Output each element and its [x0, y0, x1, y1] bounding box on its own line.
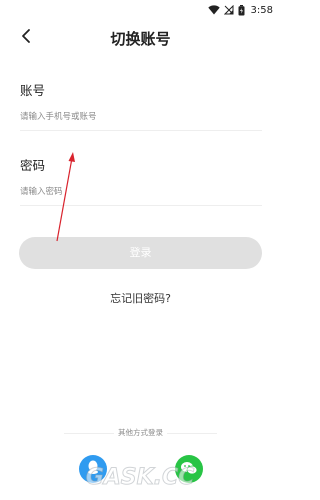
password-label: 密码: [20, 158, 46, 173]
password-input[interactable]: [20, 181, 262, 203]
signal-off-icon: [223, 5, 234, 15]
wechat-login-button[interactable]: [175, 455, 203, 483]
wechat-icon: [180, 460, 198, 479]
status-icons: 3:58: [207, 2, 273, 18]
login-button[interactable]: 登录: [19, 237, 262, 269]
divider-right: [167, 433, 217, 434]
status-bar: 3:58: [0, 0, 281, 20]
switch-account-screen: 3:58 切换账号 账号 密码 登录 忘记旧密码? 其他方式登录: [0, 0, 281, 500]
account-input[interactable]: [20, 106, 262, 128]
password-divider: [20, 205, 262, 206]
header: 切换账号: [0, 22, 281, 54]
forgot-password-link[interactable]: 忘记旧密码?: [0, 290, 281, 306]
other-login-label: 其他方式登录: [118, 428, 163, 437]
status-time: 3:58: [250, 4, 273, 16]
page-title: 切换账号: [110, 30, 171, 48]
qq-login-button[interactable]: [79, 455, 107, 483]
battery-icon: [238, 4, 245, 16]
qq-icon: [86, 459, 100, 479]
wifi-icon: [207, 5, 220, 15]
account-label: 账号: [20, 83, 46, 98]
account-divider: [20, 130, 262, 131]
other-login-row: 其他方式登录: [0, 426, 281, 440]
